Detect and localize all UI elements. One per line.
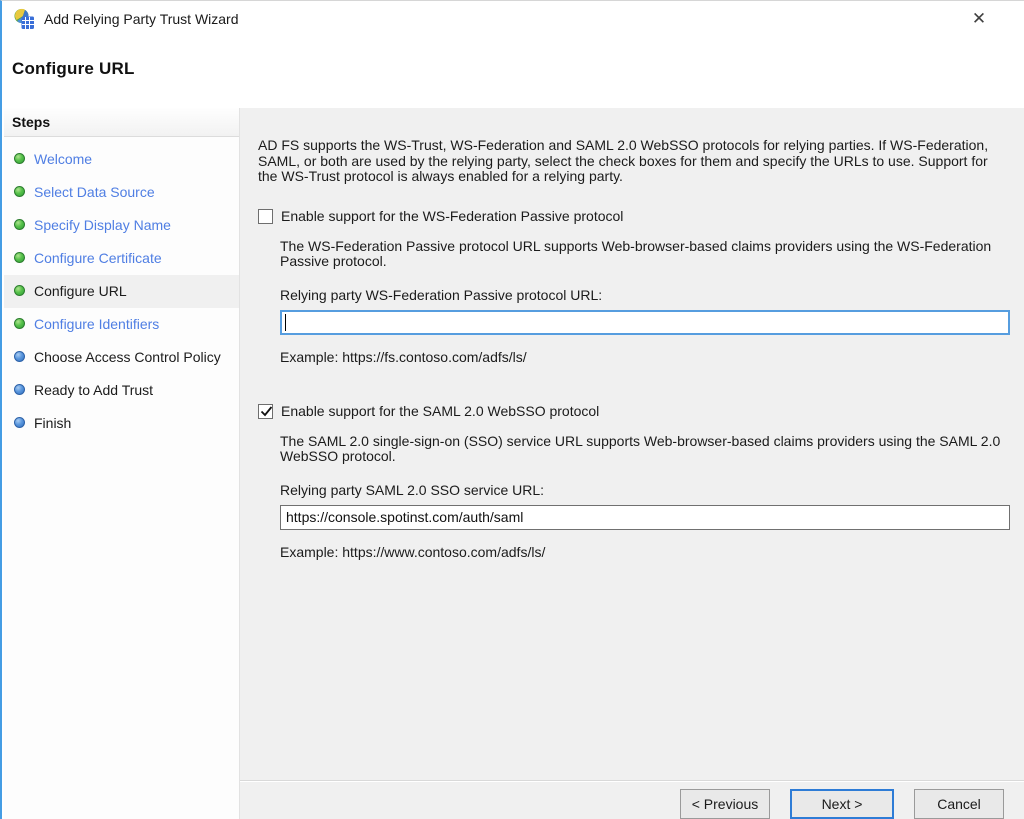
step-bullet-icon <box>14 384 25 395</box>
previous-button[interactable]: < Previous <box>680 789 770 819</box>
main-panel: AD FS supports the WS-Trust, WS-Federati… <box>240 108 1024 819</box>
saml-description: The SAML 2.0 single-sign-on (SSO) servic… <box>280 434 1010 465</box>
steps-header: Steps <box>4 108 239 137</box>
sidebar-item-label: Specify Display Name <box>34 217 171 233</box>
saml-checkbox-label[interactable]: Enable support for the SAML 2.0 WebSSO p… <box>281 403 599 420</box>
step-bullet-icon <box>14 285 25 296</box>
content-frame: Steps Welcome Select Data Source Specify D… <box>4 108 1024 819</box>
sidebar-item-label: Configure Identifiers <box>34 316 159 332</box>
steps-list: Welcome Select Data Source Specify Display… <box>4 137 239 440</box>
saml-checkbox[interactable] <box>258 404 273 419</box>
title-bar: Add Relying Party Trust Wizard ✕ <box>4 1 1024 37</box>
page-title: Configure URL <box>12 59 135 79</box>
wizard-footer: < Previous Next > Cancel <box>240 780 1024 819</box>
sidebar-item-label: Configure URL <box>34 283 127 299</box>
sidebar-item-specify-display-name[interactable]: Specify Display Name <box>4 209 239 242</box>
close-icon[interactable]: ✕ <box>962 4 996 34</box>
sidebar-item-label: Select Data Source <box>34 184 155 200</box>
step-bullet-icon <box>14 186 25 197</box>
saml-section: The SAML 2.0 single-sign-on (SSO) servic… <box>280 434 1010 560</box>
steps-sidebar: Steps Welcome Select Data Source Specify D… <box>4 108 240 819</box>
wsfed-url-label: Relying party WS-Federation Passive prot… <box>280 287 1010 303</box>
saml-checkbox-row: Enable support for the SAML 2.0 WebSSO p… <box>258 403 1010 420</box>
wsfed-url-input[interactable] <box>280 310 1010 335</box>
wsfed-description: The WS-Federation Passive protocol URL s… <box>280 239 1010 270</box>
wsfed-checkbox-label[interactable]: Enable support for the WS-Federation Pas… <box>281 208 623 225</box>
sidebar-item-label: Finish <box>34 415 71 431</box>
sidebar-item-finish: Finish <box>4 407 239 440</box>
sidebar-item-choose-access-control-policy: Choose Access Control Policy <box>4 341 239 374</box>
step-bullet-icon <box>14 318 25 329</box>
configure-url-page: AD FS supports the WS-Trust, WS-Federati… <box>240 108 1024 780</box>
cancel-button[interactable]: Cancel <box>914 789 1004 819</box>
sidebar-item-welcome[interactable]: Welcome <box>4 143 239 176</box>
wsfed-checkbox[interactable] <box>258 209 273 224</box>
wsfed-example-text: Example: https://fs.contoso.com/adfs/ls/ <box>280 349 1010 365</box>
sidebar-item-configure-certificate[interactable]: Configure Certificate <box>4 242 239 275</box>
saml-example-text: Example: https://www.contoso.com/adfs/ls… <box>280 544 1010 560</box>
step-bullet-icon <box>14 417 25 428</box>
step-bullet-icon <box>14 351 25 362</box>
sidebar-item-ready-to-add-trust: Ready to Add Trust <box>4 374 239 407</box>
step-bullet-icon <box>14 219 25 230</box>
intro-text: AD FS supports the WS-Trust, WS-Federati… <box>258 138 1010 185</box>
saml-url-input[interactable] <box>280 505 1010 530</box>
sidebar-item-configure-url: Configure URL <box>4 275 239 308</box>
sidebar-item-label: Configure Certificate <box>34 250 162 266</box>
wsfed-section: The WS-Federation Passive protocol URL s… <box>280 239 1010 365</box>
sidebar-item-label: Ready to Add Trust <box>34 382 153 398</box>
step-bullet-icon <box>14 252 25 263</box>
sidebar-item-label: Choose Access Control Policy <box>34 349 221 365</box>
checkmark-icon <box>260 405 273 418</box>
adfs-app-icon <box>13 8 35 30</box>
wizard-window: Add Relying Party Trust Wizard ✕ Configu… <box>0 0 1024 819</box>
step-bullet-icon <box>14 153 25 164</box>
sidebar-item-select-data-source[interactable]: Select Data Source <box>4 176 239 209</box>
window-title: Add Relying Party Trust Wizard <box>44 11 239 27</box>
text-caret <box>285 314 286 331</box>
wsfed-checkbox-row: Enable support for the WS-Federation Pas… <box>258 208 1010 225</box>
next-button[interactable]: Next > <box>790 789 894 819</box>
sidebar-item-label: Welcome <box>34 151 92 167</box>
saml-url-label: Relying party SAML 2.0 SSO service URL: <box>280 482 1010 498</box>
sidebar-item-configure-identifiers[interactable]: Configure Identifiers <box>4 308 239 341</box>
